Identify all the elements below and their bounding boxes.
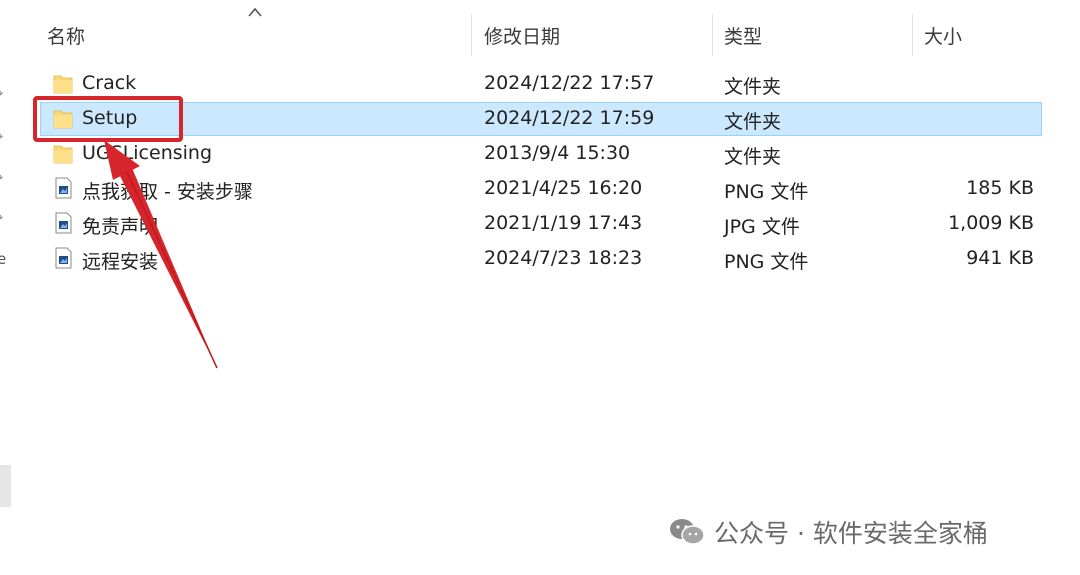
annotation-highlight-box (33, 96, 183, 142)
file-type: JPG 文件 (724, 216, 800, 238)
file-type: 文件夹 (724, 146, 782, 168)
file-size: 1,009 KB (948, 212, 1034, 234)
folder-icon (53, 145, 73, 164)
folder-icon (53, 75, 73, 94)
image-file-icon (55, 247, 72, 269)
file-name[interactable]: UGSLicensing (82, 142, 212, 164)
column-header-size[interactable]: 大小 (924, 22, 962, 49)
file-name[interactable]: 点我获取 - 安装步骤 (82, 177, 253, 204)
column-header-type[interactable]: 类型 (724, 22, 762, 49)
nav-scrollbar[interactable] (0, 465, 11, 507)
image-file-icon (55, 177, 72, 199)
file-size: 941 KB (966, 247, 1034, 269)
pin-icon[interactable]: ⌖ (0, 212, 7, 224)
column-header-name[interactable]: 名称 (47, 22, 85, 49)
file-name[interactable]: Crack (82, 72, 136, 94)
file-row[interactable]: 远程安装 2024/7/23 18:23 PNG 文件 941 KB (40, 242, 1042, 276)
file-name[interactable]: 远程安装 (82, 247, 158, 274)
file-modified: 2024/7/23 18:23 (484, 247, 643, 269)
column-divider[interactable] (712, 14, 713, 56)
file-type: 文件夹 (724, 76, 782, 98)
file-modified: 2021/1/19 17:43 (484, 212, 643, 234)
file-modified: 2024/12/22 17:57 (484, 72, 655, 94)
file-type: 文件夹 (724, 111, 782, 133)
file-modified: 2021/4/25 16:20 (484, 177, 643, 199)
file-modified: 2024/12/22 17:59 (484, 107, 655, 129)
file-name[interactable]: 免责声明 (82, 212, 158, 239)
column-divider[interactable] (471, 14, 472, 56)
image-file-icon (55, 212, 72, 234)
file-row[interactable]: 免责声明 2021/1/19 17:43 JPG 文件 1,009 KB (40, 207, 1042, 241)
column-divider[interactable] (912, 14, 913, 56)
pin-icon[interactable]: ⌖ (0, 88, 7, 100)
file-type: PNG 文件 (724, 181, 809, 203)
nav-item-fragment: e (0, 250, 7, 268)
file-size: 185 KB (966, 177, 1034, 199)
file-row[interactable]: 点我获取 - 安装步骤 2021/4/25 16:20 PNG 文件 185 K… (40, 172, 1042, 206)
file-row[interactable]: UGSLicensing 2013/9/4 15:30 文件夹 (40, 137, 1042, 171)
file-modified: 2013/9/4 15:30 (484, 142, 631, 164)
navigation-pane-edge: ⌖ ⌖ ⌖ ⌖ e (0, 0, 14, 575)
pin-icon[interactable]: ⌖ (0, 131, 7, 143)
pin-icon[interactable]: ⌖ (0, 172, 7, 184)
column-header-modified[interactable]: 修改日期 (484, 22, 560, 49)
file-type: PNG 文件 (724, 251, 809, 273)
wechat-icon (670, 519, 705, 545)
column-header-row: 名称 修改日期 类型 大小 (0, 12, 1080, 57)
watermark: 公众号 · 软件安装全家桶 (668, 512, 988, 552)
file-row[interactable]: Crack 2024/12/22 17:57 文件夹 (40, 67, 1042, 101)
watermark-text: 公众号 · 软件安装全家桶 (714, 519, 988, 548)
file-row-selected[interactable]: Setup 2024/12/22 17:59 文件夹 (40, 102, 1042, 136)
